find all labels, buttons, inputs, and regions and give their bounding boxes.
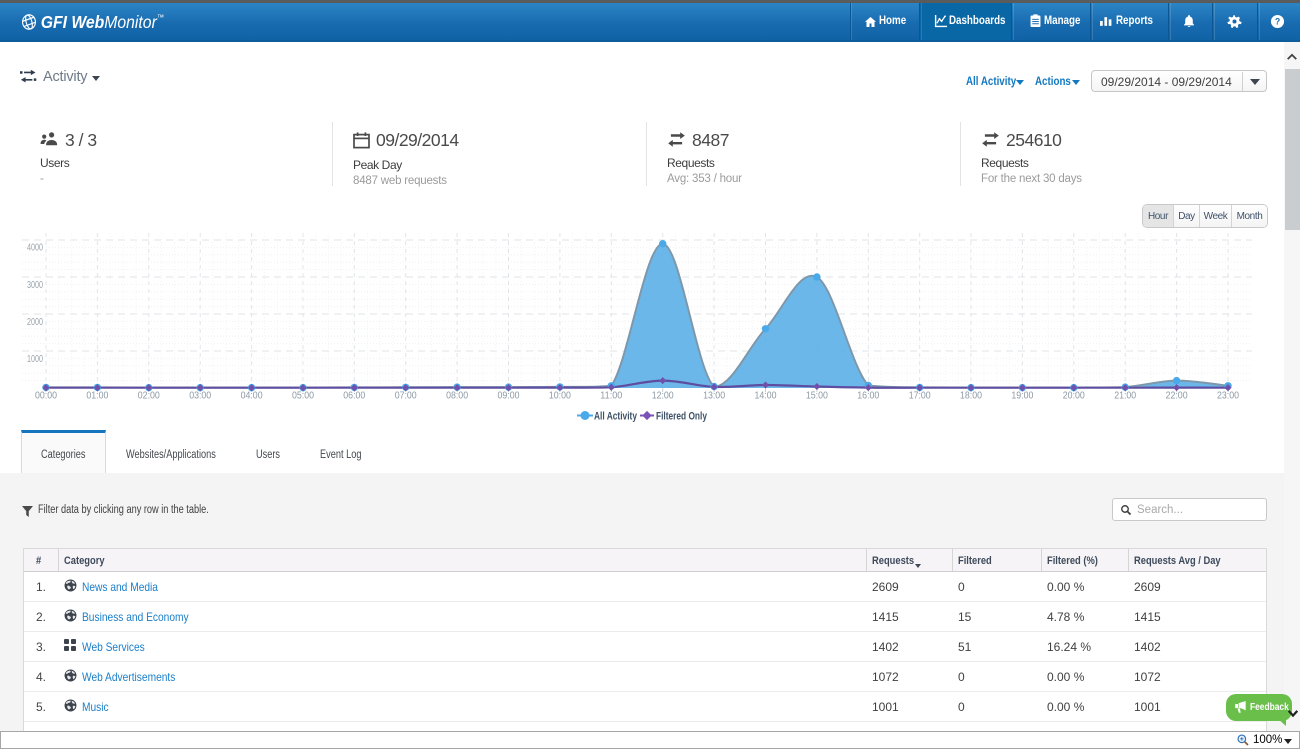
svg-text:06:00: 06:00 — [343, 391, 365, 402]
svg-text:4000: 4000 — [27, 243, 43, 254]
svg-text:17:00: 17:00 — [909, 391, 931, 402]
svg-text:03:00: 03:00 — [189, 391, 211, 402]
svg-text:21:00: 21:00 — [1114, 391, 1136, 402]
svg-text:1000: 1000 — [27, 354, 43, 365]
svg-text:?: ? — [1275, 17, 1280, 27]
svg-text:07:00: 07:00 — [395, 391, 417, 402]
svg-text:16:00: 16:00 — [857, 391, 879, 402]
svg-text:08:00: 08:00 — [446, 391, 468, 402]
svg-text:15:00: 15:00 — [806, 391, 828, 402]
svg-text:23:00: 23:00 — [1217, 391, 1239, 402]
svg-text:01:00: 01:00 — [86, 391, 108, 402]
svg-text:14:00: 14:00 — [755, 391, 777, 402]
svg-text:22:00: 22:00 — [1166, 391, 1188, 402]
svg-text:11:00: 11:00 — [600, 391, 622, 402]
svg-text:05:00: 05:00 — [292, 391, 314, 402]
svg-text:3000: 3000 — [27, 280, 43, 291]
svg-text:19:00: 19:00 — [1011, 391, 1033, 402]
svg-text:13:00: 13:00 — [703, 391, 725, 402]
svg-text:02:00: 02:00 — [138, 391, 160, 402]
svg-text:00:00: 00:00 — [35, 391, 57, 402]
svg-text:20:00: 20:00 — [1063, 391, 1085, 402]
svg-text:09:00: 09:00 — [498, 391, 520, 402]
svg-text:18:00: 18:00 — [960, 391, 982, 402]
svg-text:All Activity: All Activity — [594, 411, 638, 423]
svg-text:2000: 2000 — [27, 317, 43, 328]
svg-text:10:00: 10:00 — [549, 391, 571, 402]
svg-text:12:00: 12:00 — [652, 391, 674, 402]
svg-text:04:00: 04:00 — [241, 391, 263, 402]
svg-text:Filtered Only: Filtered Only — [656, 411, 708, 423]
